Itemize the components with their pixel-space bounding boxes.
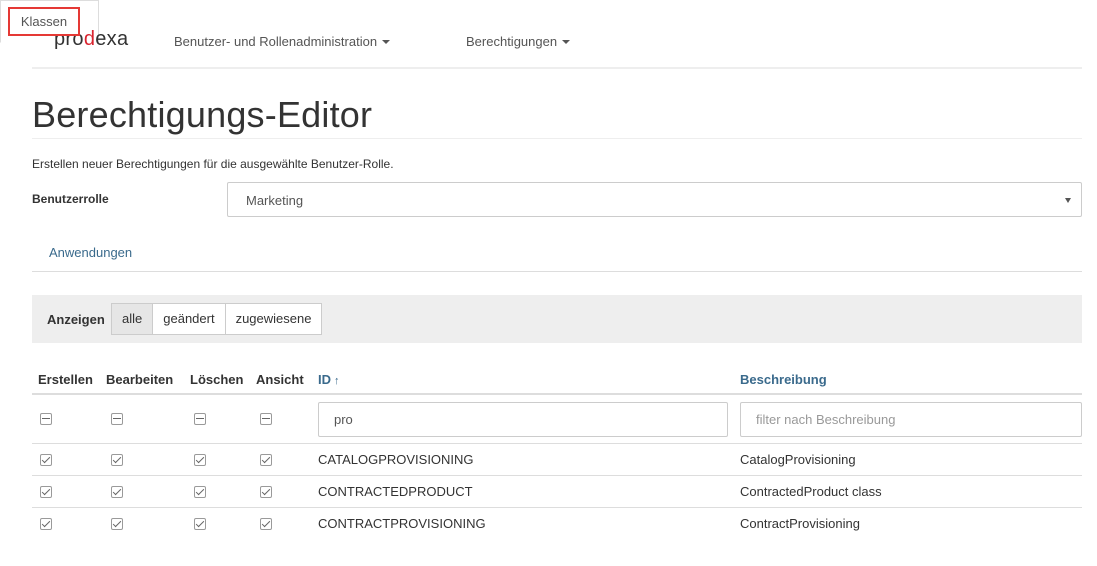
nav-menu-label: Benutzer- und Rollenadministration xyxy=(174,34,378,49)
filter-button-group: alle geändert zugewiesene xyxy=(111,303,323,335)
title-divider xyxy=(32,138,1082,139)
create-checkbox[interactable] xyxy=(40,454,52,466)
tabs-divider xyxy=(32,271,1082,272)
row-id: CATALOGPROVISIONING xyxy=(318,452,474,467)
row-divider xyxy=(32,475,1082,476)
nav-menu-label: Berechtigungen xyxy=(466,34,558,49)
row-description: ContractedProduct class xyxy=(740,484,882,499)
delete-checkbox[interactable] xyxy=(194,518,206,530)
filter-changed-button[interactable]: geändert xyxy=(152,303,226,335)
column-header-id[interactable]: ID ↑ xyxy=(318,372,340,387)
role-label: Benutzerrolle xyxy=(32,192,109,206)
create-checkbox[interactable] xyxy=(40,486,52,498)
filter-assigned-button[interactable]: zugewiesene xyxy=(224,303,323,335)
description-filter-input[interactable] xyxy=(740,402,1082,437)
view-checkbox[interactable] xyxy=(260,518,272,530)
view-checkbox[interactable] xyxy=(260,486,272,498)
view-checkbox[interactable] xyxy=(260,454,272,466)
filter-label: Anzeigen xyxy=(47,312,105,327)
caret-down-icon xyxy=(562,40,571,44)
row-divider xyxy=(32,507,1082,508)
table-header-divider xyxy=(32,393,1082,395)
row-description: ContractProvisioning xyxy=(740,516,860,531)
page-subtitle: Erstellen neuer Berechtigungen für die a… xyxy=(32,157,394,171)
column-header-delete[interactable]: Löschen xyxy=(190,372,243,387)
row-divider xyxy=(32,443,1082,444)
id-filter-input[interactable] xyxy=(318,402,728,437)
tab-klassen-label: Klassen xyxy=(8,7,80,36)
delete-checkbox[interactable] xyxy=(194,486,206,498)
row-description: CatalogProvisioning xyxy=(740,452,856,467)
logo-suffix: exa xyxy=(95,28,129,50)
role-select-value: Marketing xyxy=(246,193,304,208)
column-header-edit[interactable]: Bearbeiten xyxy=(106,372,173,387)
column-header-id-label: ID xyxy=(318,372,331,387)
edit-checkbox[interactable] xyxy=(111,454,123,466)
column-header-description[interactable]: Beschreibung xyxy=(740,372,827,387)
caret-down-icon xyxy=(382,40,391,44)
logo-accent: d xyxy=(83,28,96,50)
delete-checkbox[interactable] xyxy=(194,454,206,466)
filter-toolbar: Anzeigen alle geändert zugewiesene xyxy=(32,295,1082,343)
row-id: CONTRACTPROVISIONING xyxy=(318,516,486,531)
view-all-checkbox[interactable] xyxy=(260,413,272,425)
dropdown-arrow-icon xyxy=(1065,198,1071,203)
create-checkbox[interactable] xyxy=(40,518,52,530)
create-all-checkbox[interactable] xyxy=(40,413,52,425)
edit-checkbox[interactable] xyxy=(111,486,123,498)
tab-anwendungen[interactable]: Anwendungen xyxy=(49,245,132,260)
nav-menu-user-role-admin[interactable]: Benutzer- und Rollenadministration xyxy=(174,34,391,49)
delete-all-checkbox[interactable] xyxy=(194,413,206,425)
edit-checkbox[interactable] xyxy=(111,518,123,530)
filter-all-button[interactable]: alle xyxy=(111,303,154,335)
sort-ascending-icon: ↑ xyxy=(334,375,340,387)
edit-all-checkbox[interactable] xyxy=(111,413,123,425)
row-id: CONTRACTEDPRODUCT xyxy=(318,484,473,499)
role-select[interactable]: Marketing xyxy=(227,182,1082,217)
column-header-create[interactable]: Erstellen xyxy=(38,372,93,387)
page-title: Berechtigungs-Editor xyxy=(32,94,373,135)
column-header-view[interactable]: Ansicht xyxy=(256,372,304,387)
top-navbar: prodexa Benutzer- und Rollenadministrati… xyxy=(32,0,1082,69)
nav-menu-permissions[interactable]: Berechtigungen xyxy=(466,34,571,49)
